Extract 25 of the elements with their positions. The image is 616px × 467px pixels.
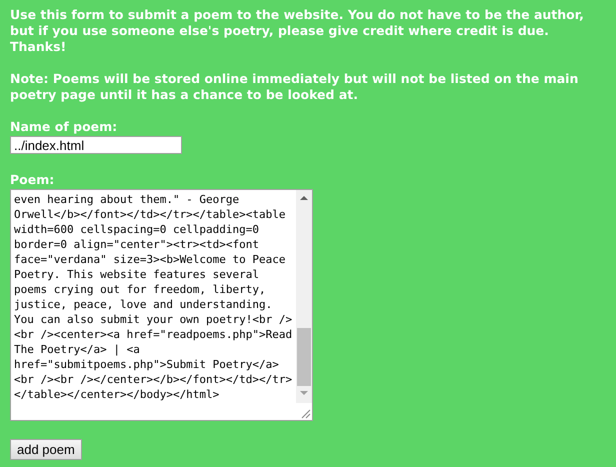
text-line: face="verdana" size=3><b>Welcome to Peace bbox=[14, 252, 287, 267]
text-line: even hearing about them." - George bbox=[14, 192, 240, 207]
text-line: width=600 cellspacing=0 cellpadding=0 bbox=[14, 222, 260, 237]
add-poem-button[interactable]: add poem bbox=[10, 439, 82, 460]
text-line: <br /><center><a href="readpoems.php">Read bbox=[14, 327, 294, 342]
text-line: justice, peace, love and understanding. bbox=[14, 297, 274, 312]
text-line: You can also submit your own poetry!<br /> bbox=[14, 312, 294, 327]
field-label: Poem: bbox=[10, 172, 56, 188]
scroll-thumb[interactable] bbox=[297, 328, 311, 386]
note-text: Note: Poems will be stored online immediately but will not be listed on the main poetry page until it has a chance to be looked at. bbox=[10, 71, 580, 103]
name-input-field[interactable]: ../index.html bbox=[10, 136, 182, 154]
text-line: <br /><br /></center></b></font></td></tr> bbox=[14, 372, 294, 387]
scroll-down-icon[interactable] bbox=[300, 391, 308, 395]
text-line: </table></center></body></html> bbox=[14, 387, 220, 402]
text-line: href="submitpoems.php">Submit Poetry</a> bbox=[14, 357, 280, 372]
poem-text-area[interactable] bbox=[10, 189, 313, 421]
intro-text: Use this form to submit a poem to the website. You do not have to be the author, but if you use someone else's poetry, please give credit where credit is due. Thanks! bbox=[10, 7, 585, 55]
text-line: Orwell</b></font></td></tr></table><table bbox=[14, 207, 287, 222]
text-line: poems crying out for freedom, liberty, bbox=[14, 282, 267, 297]
field-label: Name of poem: bbox=[10, 119, 118, 135]
scroll-up-icon[interactable] bbox=[300, 196, 308, 200]
text-line: border=0 align="center"><tr><td><font bbox=[14, 237, 260, 252]
text-line: Poetry. This website features several bbox=[14, 267, 260, 282]
resize-grip-icon[interactable] bbox=[299, 407, 311, 419]
text-line: The Poetry</a> | <a bbox=[14, 342, 141, 357]
